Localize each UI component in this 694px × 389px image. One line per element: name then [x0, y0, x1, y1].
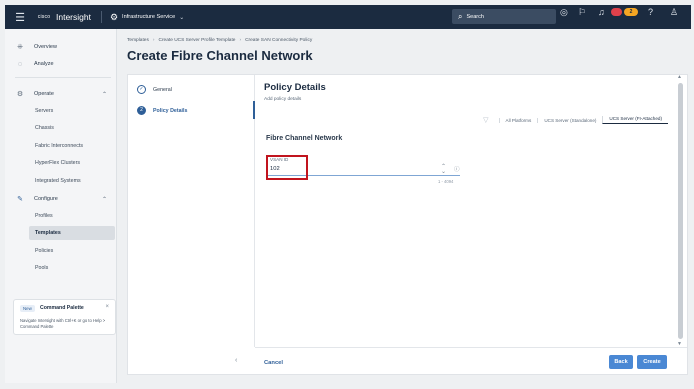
sidebar-item-analyze[interactable]: ◌ Analyze: [5, 57, 117, 71]
sidebar: ⁜ Overview ◌ Analyze ⚙ Operate ⌃ Servers…: [5, 29, 117, 383]
sidebar-item-pools[interactable]: Pools: [5, 261, 117, 275]
number-stepper-icon[interactable]: ⌃ ⌄: [441, 164, 446, 175]
scroll-down-icon[interactable]: ▼: [677, 341, 682, 347]
operate-icon: ⚙: [16, 91, 24, 98]
new-badge: New: [20, 305, 35, 312]
command-palette-text: Navigate Intersight with Ctrl+K or go to…: [20, 318, 106, 329]
page-title: Create Fibre Channel Network: [127, 48, 313, 63]
command-palette-card[interactable]: New Command Palette × Navigate Intersigh…: [13, 299, 116, 335]
critical-alert-badge[interactable]: [611, 8, 622, 16]
info-icon[interactable]: ⓘ: [454, 165, 460, 173]
breadcrumb-templates[interactable]: Templates: [127, 38, 149, 43]
sidebar-item-hyperflex-clusters[interactable]: HyperFlex Clusters: [5, 156, 117, 170]
step-number: 2: [137, 106, 146, 115]
user-profile-icon[interactable]: ♙: [670, 7, 678, 17]
sidebar-item-overview[interactable]: ⁜ Overview: [5, 40, 117, 54]
collapse-steps-icon[interactable]: ‹: [235, 357, 237, 364]
notification-bell-icon[interactable]: ♫: [598, 7, 605, 17]
active-step-indicator: [253, 101, 255, 119]
help-icon[interactable]: ?: [648, 7, 653, 17]
cisco-logo: cisco: [37, 13, 51, 20]
sidebar-item-chassis[interactable]: Chassis: [5, 121, 117, 135]
scrollbar-thumb[interactable]: [678, 83, 683, 339]
filter-icon: ▽: [483, 117, 489, 124]
search-placeholder: Search: [466, 13, 484, 20]
hamburger-menu-icon[interactable]: ☰: [9, 11, 31, 24]
section-heading: Fibre Channel Network: [266, 135, 343, 142]
breadcrumb-create-template[interactable]: Create UCS Server Profile Template: [158, 38, 235, 43]
configure-icon: ✎: [17, 196, 23, 203]
sidebar-item-label: Overview: [34, 44, 57, 50]
filter-all-platforms[interactable]: All Platforms: [498, 117, 538, 123]
sidebar-item-operate[interactable]: ⚙ Operate ⌃: [5, 87, 117, 101]
chevron-down-icon[interactable]: ⌄: [179, 14, 184, 21]
annotation-highlight-box: [266, 155, 308, 180]
sidebar-item-fabric-interconnects[interactable]: Fabric Interconnects: [5, 139, 117, 153]
wizard-steps: ✓ General 2 Policy Details ‹: [128, 75, 255, 364]
step-general[interactable]: ✓ General: [137, 85, 172, 94]
step-label: General: [153, 86, 172, 93]
sidebar-item-servers[interactable]: Servers: [5, 104, 117, 118]
close-icon[interactable]: ×: [105, 304, 109, 310]
command-palette-title: Command Palette: [40, 305, 84, 311]
app-name[interactable]: Intersight: [56, 12, 91, 22]
top-bar: ☰ cisco Intersight ⚙ Infrastructure Serv…: [5, 5, 691, 29]
breadcrumb-separator-icon: ›: [239, 38, 242, 43]
sidebar-item-policies[interactable]: Policies: [5, 244, 117, 258]
sidebar-item-label: Configure: [34, 196, 58, 202]
chevron-up-icon[interactable]: ⌃: [102, 91, 107, 98]
chevron-up-icon[interactable]: ⌃: [102, 196, 107, 203]
announcement-icon[interactable]: ⚐: [578, 7, 586, 17]
warning-alert-badge[interactable]: 2: [624, 8, 638, 16]
filter-ucs-standalone[interactable]: UCS Server (Standalone): [537, 117, 602, 123]
filter-ucs-fi-attached[interactable]: UCS Server (FI-Attached): [602, 116, 668, 124]
vsan-id-range: 1 - 4094: [438, 179, 454, 184]
breadcrumb: Templates › Create UCS Server Profile Te…: [127, 38, 312, 43]
breadcrumb-separator-icon: ›: [152, 38, 155, 43]
wizard-footer: Cancel Back Create: [255, 347, 687, 376]
status-check-icon[interactable]: ◎: [560, 7, 568, 17]
wizard-card: ✓ General 2 Policy Details ‹ Policy Deta…: [127, 74, 688, 375]
sidebar-item-integrated-systems[interactable]: Integrated Systems: [5, 174, 117, 188]
back-button[interactable]: Back: [609, 355, 633, 369]
infrastructure-service-icon: ⚙: [109, 11, 119, 22]
step-label: Policy Details: [153, 107, 188, 114]
panel-title: Policy Details: [264, 82, 326, 93]
platform-filter: ▽ All Platforms UCS Server (Standalone) …: [483, 116, 668, 124]
sidebar-item-templates[interactable]: Templates: [29, 226, 115, 240]
service-selector[interactable]: Infrastructure Service: [122, 14, 175, 20]
overview-icon: ⁜: [17, 44, 23, 51]
scroll-up-icon[interactable]: ▲: [677, 74, 682, 80]
sidebar-item-label: Operate: [34, 91, 54, 97]
search-icon: ⌕: [458, 11, 463, 21]
sidebar-item-label: Analyze: [34, 61, 54, 67]
completed-check-icon: ✓: [137, 85, 146, 94]
app-window: ☰ cisco Intersight ⚙ Infrastructure Serv…: [0, 0, 694, 389]
step-policy-details[interactable]: 2 Policy Details: [137, 106, 187, 115]
cancel-button[interactable]: Cancel: [264, 360, 283, 366]
scrollbar[interactable]: ▲ ▼: [676, 74, 685, 349]
policy-details-panel: Policy Details Add policy details ▽ All …: [256, 75, 686, 347]
breadcrumb-create-san-policy[interactable]: Create SAN Connectivity Policy: [245, 38, 312, 43]
sidebar-item-profiles[interactable]: Profiles: [5, 209, 117, 223]
sidebar-item-configure[interactable]: ✎ Configure ⌃: [5, 192, 117, 206]
analyze-icon: ◌: [17, 60, 23, 68]
search-bar[interactable]: ⌕ Search: [452, 9, 556, 24]
divider: [100, 11, 102, 23]
sidebar-divider: [15, 77, 111, 78]
panel-subtitle: Add policy details: [264, 97, 302, 102]
create-button[interactable]: Create: [637, 355, 667, 369]
